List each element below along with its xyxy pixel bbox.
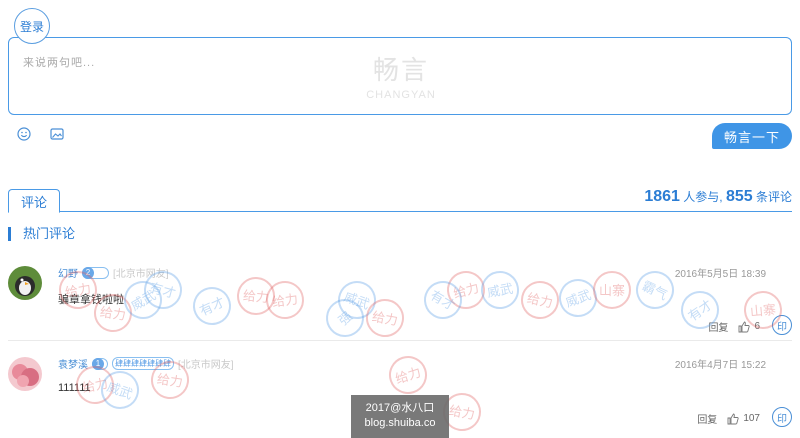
comment-text: 111111	[58, 382, 91, 394]
like-button[interactable]: 6	[738, 321, 760, 333]
level-badge: 2	[82, 266, 109, 279]
copyright-watermark: 2017@水八口 blog.shuiba.co	[351, 395, 449, 438]
participant-label: 人参与,	[683, 190, 723, 204]
tab-comments[interactable]: 评论	[8, 189, 60, 213]
hot-comments-heading: 热门评论	[8, 227, 75, 241]
like-button[interactable]: 107	[727, 413, 760, 425]
comment-time: 2016年4月7日 15:22	[674, 360, 766, 371]
location-label: [北京市网友]	[113, 269, 169, 280]
comment-stats: 1861 人参与, 855 条评论	[644, 188, 792, 206]
medal-badges: 肆肆肆肆肆肆肆	[112, 357, 174, 370]
comment-actions: 回复 107	[697, 411, 760, 426]
comment-placeholder: 来说两句吧...	[23, 57, 96, 69]
changyan-watermark: 畅言 CHANGYAN	[366, 56, 436, 101]
comment-item: 幻野 2 [北京市网友] 2016年5月5日 18:39 骗章拿钱啦啦 回复 6…	[8, 262, 792, 340]
comment-text: 骗章拿钱啦啦	[58, 294, 124, 306]
stamp-button[interactable]: 印	[772, 315, 792, 335]
emoji-icon[interactable]	[17, 127, 31, 141]
comment-author: 袁梦溪 1 肆肆肆肆肆肆肆 [北京市网友]	[58, 356, 234, 371]
login-button[interactable]: 登录	[14, 8, 50, 44]
comment-author: 幻野 2 [北京市网友]	[58, 265, 169, 280]
username-link[interactable]: 袁梦溪	[58, 356, 88, 371]
thumb-up-icon	[738, 321, 751, 332]
like-count: 107	[743, 413, 760, 424]
location-label: [北京市网友]	[178, 360, 234, 371]
comment-count-label: 条评论	[755, 190, 792, 204]
comment-input[interactable]: 来说两句吧... 畅言 CHANGYAN	[8, 37, 792, 115]
reply-button[interactable]: 回复	[708, 319, 728, 334]
avatar[interactable]	[8, 357, 42, 391]
comment-actions: 回复 6	[708, 319, 760, 334]
reply-button[interactable]: 回复	[697, 411, 717, 426]
comment-time: 2016年5月5日 18:39	[674, 269, 766, 280]
avatar[interactable]	[8, 266, 42, 300]
image-icon[interactable]	[50, 127, 64, 141]
stamp-button[interactable]: 印	[772, 407, 792, 427]
comment-divider	[8, 340, 792, 341]
comment-count: 855	[725, 188, 753, 205]
username-link[interactable]: 幻野	[58, 265, 78, 280]
tab-divider	[8, 211, 792, 212]
participant-count: 1861	[644, 188, 680, 205]
like-count: 6	[754, 321, 760, 332]
thumb-up-icon	[727, 413, 739, 424]
submit-button[interactable]: 畅言一下	[712, 123, 792, 149]
level-badge: 1	[92, 357, 108, 370]
